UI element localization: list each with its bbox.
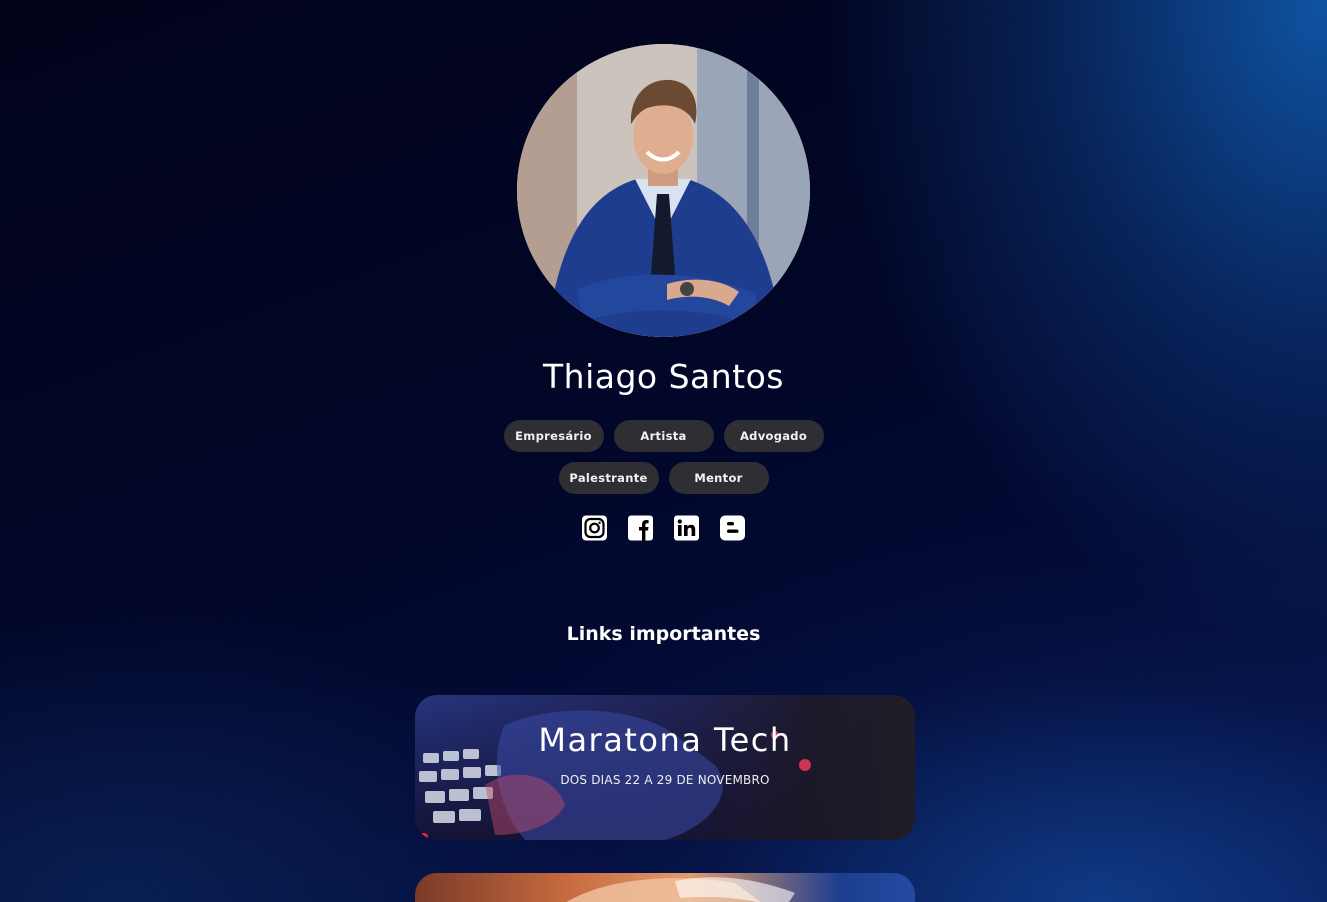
tag-artista[interactable]: Artista xyxy=(613,420,714,452)
avatar-photo xyxy=(517,44,810,337)
links-section-title: Links importantes xyxy=(566,623,761,645)
tag-empresario[interactable]: Empresário xyxy=(503,420,604,452)
profile-avatar xyxy=(517,44,810,337)
tag-mentor[interactable]: Mentor xyxy=(668,462,769,494)
instagram-icon[interactable] xyxy=(581,514,608,542)
link-card-2[interactable] xyxy=(415,873,915,902)
card-subtitle: DOS DIAS 22 A 29 DE NOVEMBRO xyxy=(560,773,770,787)
facebook-icon[interactable] xyxy=(627,514,654,542)
link-card-maratona-tech[interactable]: Maratona Tech DOS DIAS 22 A 29 DE NOVEMB… xyxy=(415,695,915,840)
blogger-icon[interactable] xyxy=(719,514,746,542)
social-links xyxy=(0,514,1327,542)
tag-palestrante[interactable]: Palestrante xyxy=(558,462,659,494)
tag-advogado[interactable]: Advogado xyxy=(723,420,824,452)
card-2-image xyxy=(566,877,795,902)
tags-row-2: Palestrante Mentor xyxy=(0,462,1327,494)
keyboard-image xyxy=(419,710,811,840)
card-title: Maratona Tech xyxy=(538,721,792,759)
linkedin-icon[interactable] xyxy=(673,514,700,542)
tags-row-1: Empresário Artista Advogado xyxy=(0,420,1327,452)
profile-name: Thiago Santos xyxy=(543,357,784,396)
